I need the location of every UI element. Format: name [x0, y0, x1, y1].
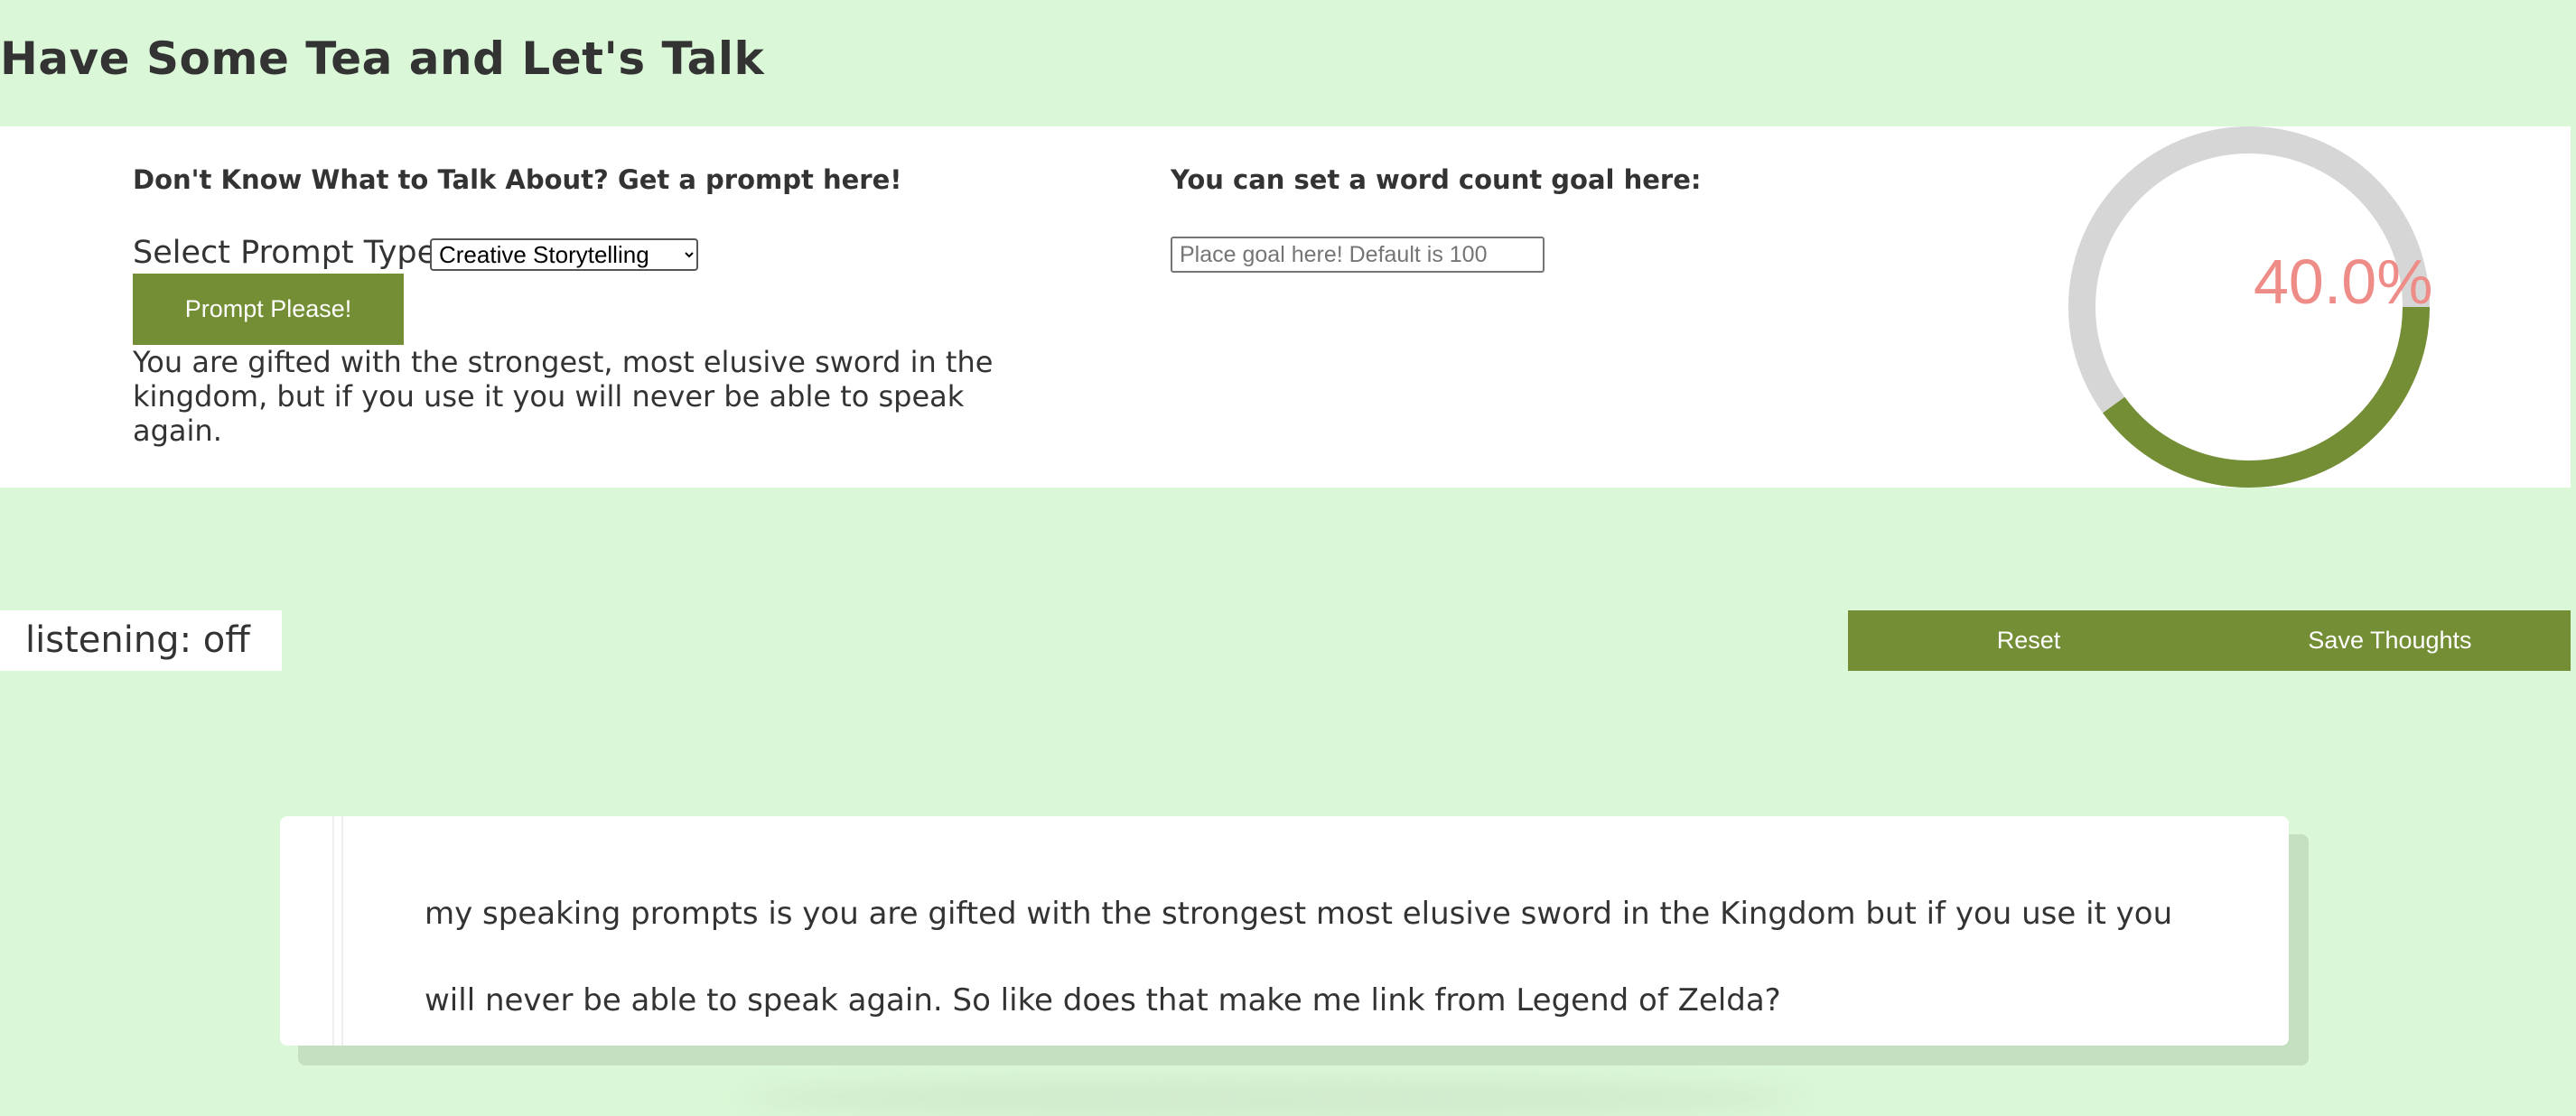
- prompt-type-label: Select Prompt Type:: [133, 235, 447, 271]
- save-thoughts-button[interactable]: Save Thoughts: [2209, 610, 2571, 671]
- notes-margin-line: [332, 816, 334, 1046]
- prompt-type-select[interactable]: Creative Storytelling: [430, 238, 698, 271]
- prompt-heading: Don't Know What to Talk About? Get a pro…: [133, 164, 902, 195]
- reset-button[interactable]: Reset: [1848, 610, 2209, 671]
- page-title: Have Some Tea and Let's Talk: [0, 33, 765, 85]
- progress-percent-text: 40.0%: [2254, 246, 2433, 317]
- transcript-card[interactable]: my speaking prompts is you are gifted wi…: [280, 816, 2289, 1046]
- prompt-text: You are gifted with the strongest, most …: [133, 345, 994, 448]
- goal-heading: You can set a word count goal here:: [1171, 164, 1702, 195]
- notes-card-glow: [741, 1080, 1806, 1116]
- listening-status-text: listening: off: [25, 619, 250, 661]
- word-count-goal-input[interactable]: [1171, 237, 1545, 273]
- transcript-text[interactable]: my speaking prompts is you are gifted wi…: [425, 870, 2195, 1044]
- action-bar: Reset Save Thoughts: [1848, 610, 2571, 671]
- prompt-please-button[interactable]: Prompt Please!: [133, 274, 404, 345]
- notes-margin-line: [341, 816, 343, 1046]
- listening-status: listening: off: [0, 610, 282, 671]
